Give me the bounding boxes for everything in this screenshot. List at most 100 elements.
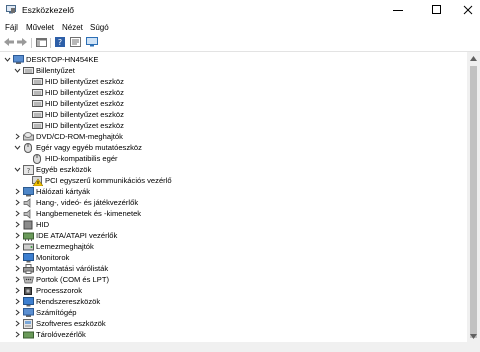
scan-hardware-button[interactable] <box>86 37 98 49</box>
menu-help[interactable]: Súgó <box>90 23 109 32</box>
tree-node-category[interactable]: ? Egyéb eszközök <box>13 164 91 175</box>
menu-file[interactable]: Fájl <box>5 23 18 32</box>
tree-node-category[interactable]: Billentyűzet <box>13 65 75 76</box>
menu-view[interactable]: Nézet <box>62 23 83 32</box>
maximize-button[interactable] <box>420 0 453 20</box>
tree-label: Monitorok <box>36 253 70 262</box>
tree-label: HID billentyűzet eszköz <box>45 77 124 86</box>
tree-label: HID billentyűzet eszköz <box>45 110 124 119</box>
collapse-chevron-icon[interactable] <box>13 307 22 318</box>
tree-node-category[interactable]: HID <box>13 219 49 230</box>
system-device-icon <box>22 296 34 307</box>
collapse-chevron-icon[interactable] <box>13 329 22 340</box>
tree-label: Nyomtatási várólisták <box>36 264 109 273</box>
forward-button[interactable] <box>16 37 28 49</box>
collapse-chevron-icon[interactable] <box>13 285 22 296</box>
collapse-chevron-icon[interactable] <box>13 208 22 219</box>
tree-node-category[interactable]: Lemezmeghajtók <box>13 241 94 252</box>
speaker-icon <box>22 197 34 208</box>
title-bar: Eszközkezelő <box>0 0 480 20</box>
tree-node-device[interactable]: HID billentyűzet eszköz <box>22 98 124 109</box>
tree-node-device[interactable]: HID billentyűzet eszköz <box>22 87 124 98</box>
computer-icon <box>12 54 24 65</box>
collapse-chevron-icon[interactable] <box>13 296 22 307</box>
minimize-button[interactable] <box>381 0 414 20</box>
tree-node-category[interactable]: Tárolóvezérlők <box>13 329 86 340</box>
tree-node-device[interactable]: PCI egyszerű kommunikációs vezérlő <box>22 175 172 186</box>
tree-label: Hang-, videó- és játékvezérlők <box>36 198 139 207</box>
forward-arrow-icon <box>17 38 27 48</box>
scroll-up-icon[interactable] <box>467 52 480 64</box>
tree-label: Számítógép <box>36 308 77 317</box>
tree-node-category[interactable]: DVD/CD-ROM-meghajtók <box>13 131 123 142</box>
tree-node-device[interactable]: HID-kompatibilis egér <box>22 153 118 164</box>
tree-label: Szoftveres eszközök <box>36 319 106 328</box>
keyboard-icon <box>31 120 43 131</box>
hid-icon <box>22 219 34 230</box>
tree-node-category[interactable]: Portok (COM és LPT) <box>13 274 109 285</box>
tree-node-device[interactable]: HID billentyűzet eszköz <box>22 76 124 87</box>
speaker-icon <box>22 208 34 219</box>
device-tree: DESKTOP-HN454KE Billentyűzet HID billent… <box>0 52 466 342</box>
printer-icon <box>22 263 34 274</box>
ide-controller-icon <box>22 230 34 241</box>
expand-chevron-icon[interactable] <box>13 65 22 76</box>
collapse-chevron-icon[interactable] <box>13 230 22 241</box>
tree-node-category[interactable]: Processzorok <box>13 285 82 296</box>
tree-label: DESKTOP-HN454KE <box>26 55 99 64</box>
show-hide-console-tree-button[interactable] <box>35 37 47 49</box>
tree-node-category[interactable]: Szoftveres eszközök <box>13 318 106 329</box>
collapse-chevron-icon[interactable] <box>13 197 22 208</box>
tree-node-computer[interactable]: DESKTOP-HN454KE <box>3 54 98 65</box>
tree-node-category[interactable]: Rendszereszközök <box>13 296 100 307</box>
tree-node-device[interactable]: HID billentyűzet eszköz <box>22 120 124 131</box>
expand-chevron-icon[interactable] <box>13 142 22 153</box>
tree-node-category[interactable]: Monitorok <box>13 252 69 263</box>
help-button[interactable]: ? <box>54 37 66 49</box>
scroll-down-icon[interactable] <box>467 330 480 342</box>
tree-node-category[interactable]: Számítógép <box>13 307 77 318</box>
tree-node-category[interactable]: Hangbemenetek és -kimenetek <box>13 208 141 219</box>
network-adapter-icon <box>22 186 34 197</box>
tree-node-device[interactable]: HID billentyűzet eszköz <box>22 109 124 120</box>
tree-node-category[interactable]: Hang-, videó- és játékvezérlők <box>13 197 138 208</box>
tree-label: PCI egyszerű kommunikációs vezérlő <box>45 176 172 185</box>
keyboard-icon <box>31 109 43 120</box>
menu-action[interactable]: Művelet <box>26 23 54 32</box>
tree-label: Portok (COM és LPT) <box>36 275 109 284</box>
collapse-chevron-icon[interactable] <box>13 241 22 252</box>
tree-label: Billentyűzet <box>36 66 75 75</box>
tree-label: Tárolóvezérlők <box>36 330 86 339</box>
collapse-chevron-icon[interactable] <box>13 263 22 274</box>
tree-label: HID billentyűzet eszköz <box>45 121 124 130</box>
collapse-chevron-icon[interactable] <box>13 186 22 197</box>
collapse-chevron-icon[interactable] <box>13 252 22 263</box>
tree-node-category[interactable]: Nyomtatási várólisták <box>13 263 108 274</box>
toolbar-separator <box>50 38 51 48</box>
collapse-chevron-icon[interactable] <box>13 318 22 329</box>
collapse-chevron-icon[interactable] <box>13 274 22 285</box>
dvd-drive-icon <box>22 131 34 142</box>
back-arrow-icon <box>4 38 14 48</box>
tree-node-category[interactable]: IDE ATA/ATAPI vezérlők <box>13 230 117 241</box>
tree-label: HID billentyűzet eszköz <box>45 99 124 108</box>
tree-label: Hálózati kártyák <box>36 187 91 196</box>
keyboard-icon <box>31 87 43 98</box>
scrollbar-thumb[interactable] <box>470 66 477 338</box>
expand-chevron-icon[interactable] <box>13 164 22 175</box>
mouse-icon <box>22 142 34 153</box>
expand-chevron-icon[interactable] <box>3 54 12 65</box>
keyboard-icon <box>31 98 43 109</box>
properties-icon <box>69 37 81 49</box>
tree-node-category[interactable]: Hálózati kártyák <box>13 186 90 197</box>
close-button[interactable] <box>451 0 480 20</box>
tree-node-category[interactable]: Egér vagy egyéb mutatóeszköz <box>13 142 142 153</box>
back-button[interactable] <box>3 37 15 49</box>
vertical-scrollbar[interactable] <box>467 52 480 342</box>
properties-button[interactable] <box>69 37 81 49</box>
collapse-chevron-icon[interactable] <box>13 131 22 142</box>
collapse-chevron-icon[interactable] <box>13 219 22 230</box>
keyboard-icon <box>22 65 34 76</box>
tree-label: HID-kompatibilis egér <box>45 154 118 163</box>
processor-icon <box>22 285 34 296</box>
